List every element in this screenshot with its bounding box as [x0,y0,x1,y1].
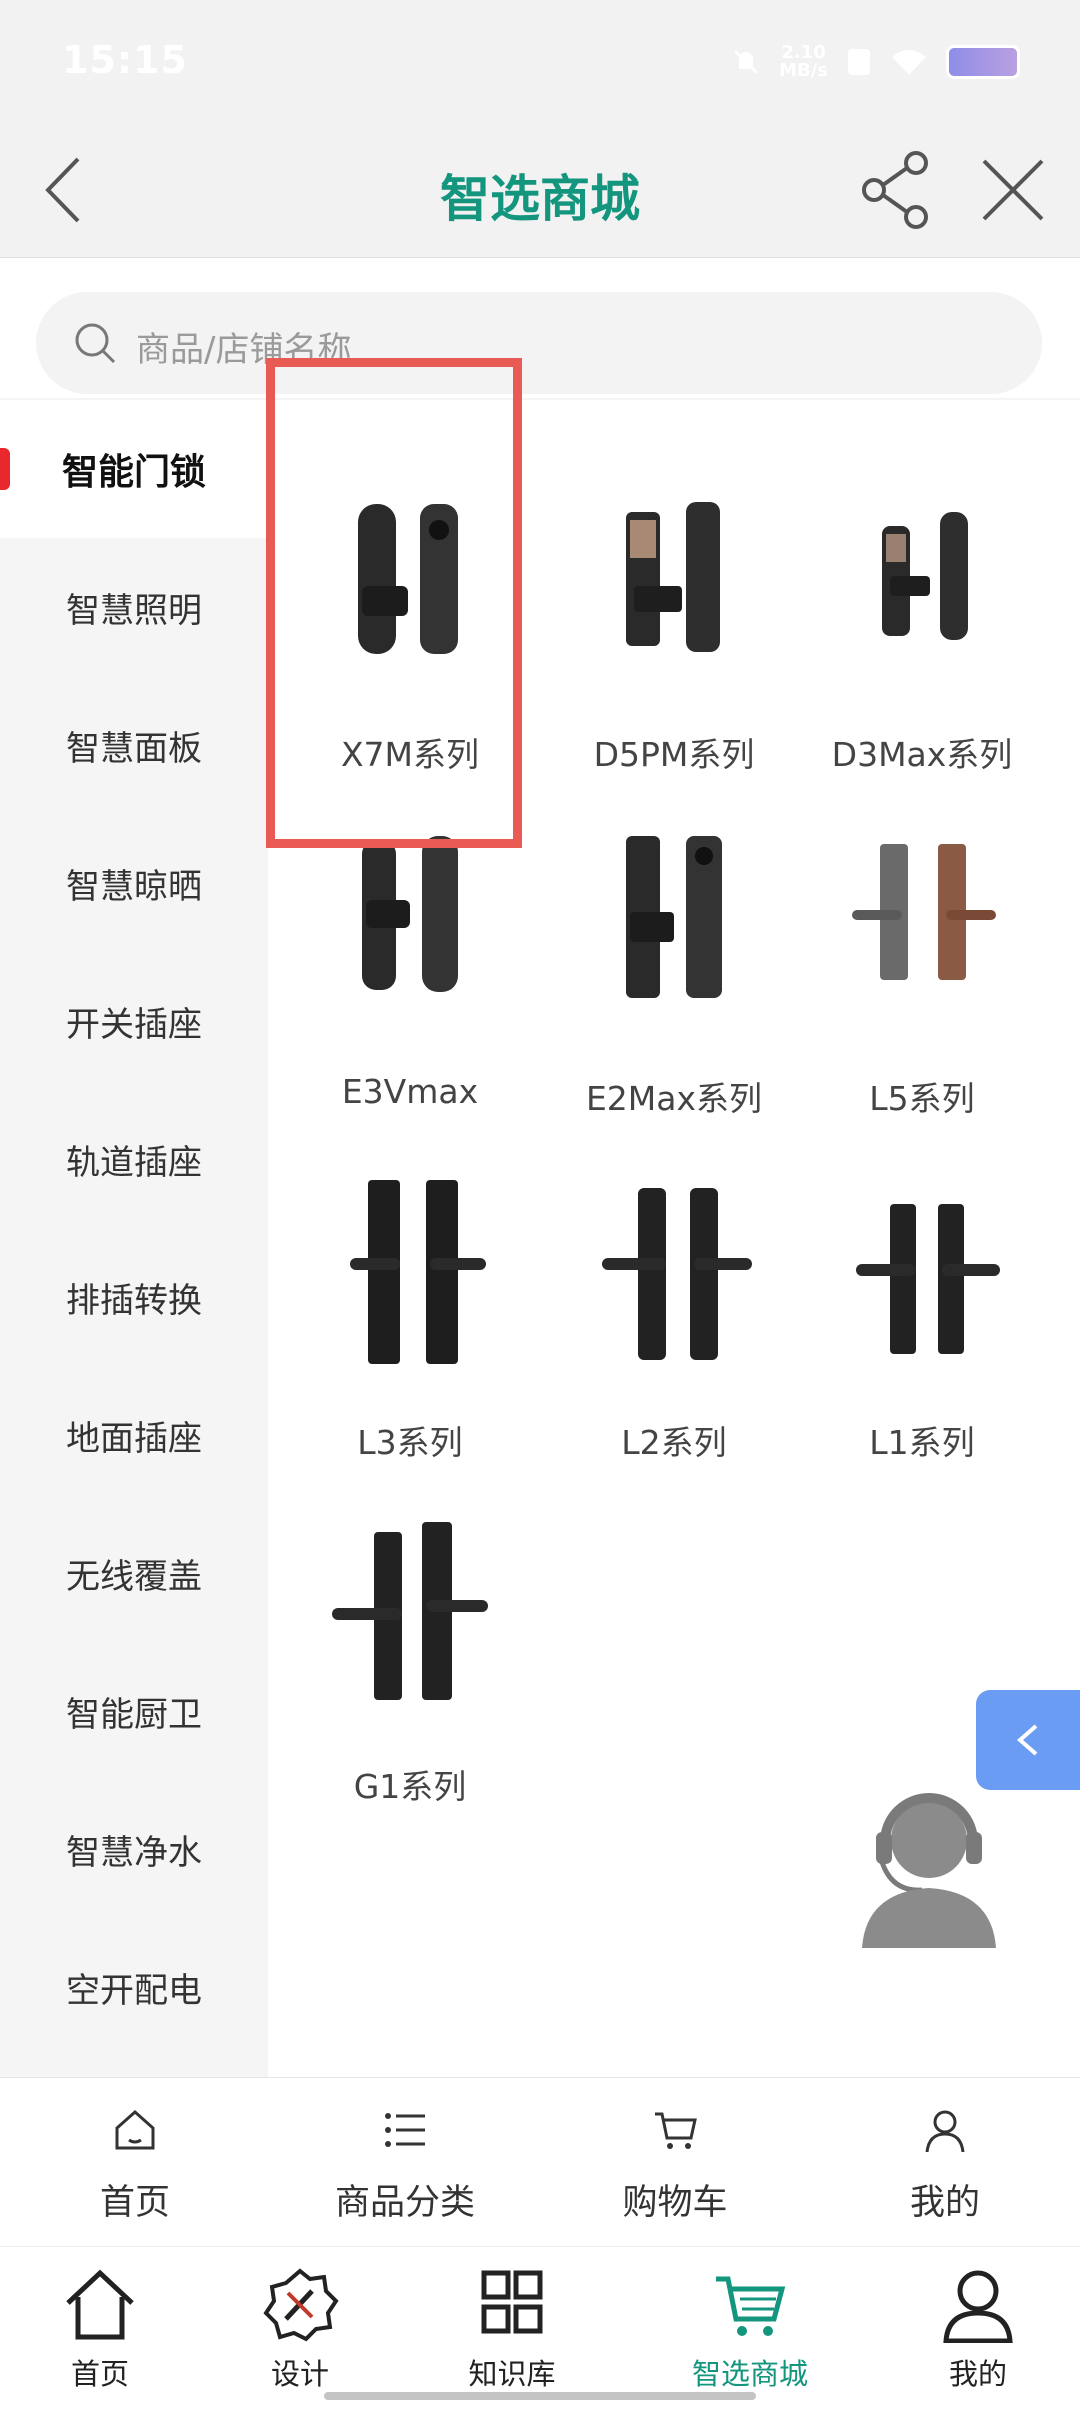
nfc-icon [848,49,870,75]
product-card[interactable]: L3系列 [286,1124,534,1462]
nav-store[interactable]: 智选商城 [642,2247,858,2409]
product-card[interactable]: E2Max系列 [550,780,798,1118]
status-icons: 2.10 MB/s [731,44,1020,80]
store-tab-category[interactable]: 商品分类 [270,2078,540,2246]
product-card[interactable]: L1系列 [798,1124,1046,1462]
handle-lock-icon [856,1204,1000,1354]
home-icon [115,2109,155,2150]
nav-design[interactable]: 设计 [192,2247,408,2409]
search-input[interactable]: 商品/店铺名称 [36,292,1042,394]
product-name: D5PM系列 [593,735,755,774]
product-card[interactable]: G1系列 [286,1468,534,1806]
cart-icon [655,2112,697,2149]
close-icon[interactable] [970,147,1056,233]
user-icon [925,2110,965,2153]
search-area: 商品/店铺名称 [0,258,1080,398]
handle-lock-icon [602,1188,752,1360]
nav-home[interactable]: 首页 [0,2247,208,2409]
handle-lock-icon [852,844,996,980]
product-name: E3Vmax [341,1072,479,1111]
store-tab-home[interactable]: 首页 [0,2078,270,2246]
handle-lock-icon [332,1522,488,1700]
design-icon [263,2268,339,2342]
sidebar-item-drying[interactable]: 智慧晾晒 [0,814,268,952]
net-speed: 2.10 MB/s [779,42,828,81]
search-icon [75,323,116,364]
product-name: D3Max系列 [831,735,1013,774]
product-card[interactable]: L2系列 [550,1124,798,1462]
share-icon[interactable] [854,147,940,233]
sidebar-item-kitchen-bath[interactable]: 智能厨卫 [0,1642,268,1780]
list-icon [385,2113,425,2147]
store-tab-mine[interactable]: 我的 [810,2078,1080,2246]
home-indicator [324,2392,756,2400]
category-sidebar: 智能门锁 智慧照明 智慧面板 智慧晾晒 开关插座 轨道插座 排插转换 地面插座 … [0,400,268,2077]
push-pull-lock-icon [626,836,722,998]
product-name: L1系列 [869,1423,975,1462]
handle-lock-icon [350,1180,486,1364]
sidebar-item-power-strip[interactable]: 排插转换 [0,1228,268,1366]
sidebar-item-wireless[interactable]: 无线覆盖 [0,1504,268,1642]
product-name: G1系列 [353,1767,467,1806]
home-icon [66,2269,134,2340]
silent-icon [734,49,759,75]
active-indicator [0,448,10,490]
product-name: L2系列 [621,1423,727,1462]
sidebar-item-water[interactable]: 智慧净水 [0,1780,268,1918]
store-tab-bar: 首页 商品分类 购物车 我的 [0,2077,1080,2246]
wifi-icon [892,50,926,75]
sidebar-item-panel[interactable]: 智慧面板 [0,676,268,814]
cart-icon [716,2276,786,2336]
product-name: E2Max系列 [585,1079,763,1118]
battery-icon [946,45,1020,79]
video-lock-icon [882,512,968,640]
product-card[interactable]: D3Max系列 [798,436,1046,774]
nav-knowledge[interactable]: 知识库 [404,2247,620,2409]
product-card[interactable]: D5PM系列 [550,436,798,774]
sidebar-item-track-socket[interactable]: 轨道插座 [0,1090,268,1228]
product-card[interactable]: L5系列 [798,780,1046,1118]
sidebar-item-smart-lock[interactable]: 智能门锁 [0,400,268,538]
nav-mine[interactable]: 我的 [870,2247,1080,2409]
sidebar-item-switch-socket[interactable]: 开关插座 [0,952,268,1090]
sidebar-item-breaker[interactable]: 空开配电 [0,1918,268,2056]
grid-icon [481,2270,543,2334]
store-tab-cart[interactable]: 购物车 [540,2078,810,2246]
customer-service-icon[interactable] [852,1762,1006,1952]
highlight-box [266,358,522,848]
push-pull-lock-icon [362,836,458,992]
product-name: L5系列 [869,1079,975,1118]
sidebar-item-lighting[interactable]: 智慧照明 [0,538,268,676]
status-bar: 15:15 2.10 MB/s [0,0,1080,125]
app-bottom-nav: 首页 设计 知识库 智选商城 我的 [0,2246,1080,2409]
header: 智选商城 [0,125,1080,258]
product-name: L3系列 [357,1423,463,1462]
video-lock-icon [626,502,720,652]
sidebar-item-floor-socket[interactable]: 地面插座 [0,1366,268,1504]
user-icon [943,2270,1013,2343]
status-time: 15:15 [62,38,188,82]
